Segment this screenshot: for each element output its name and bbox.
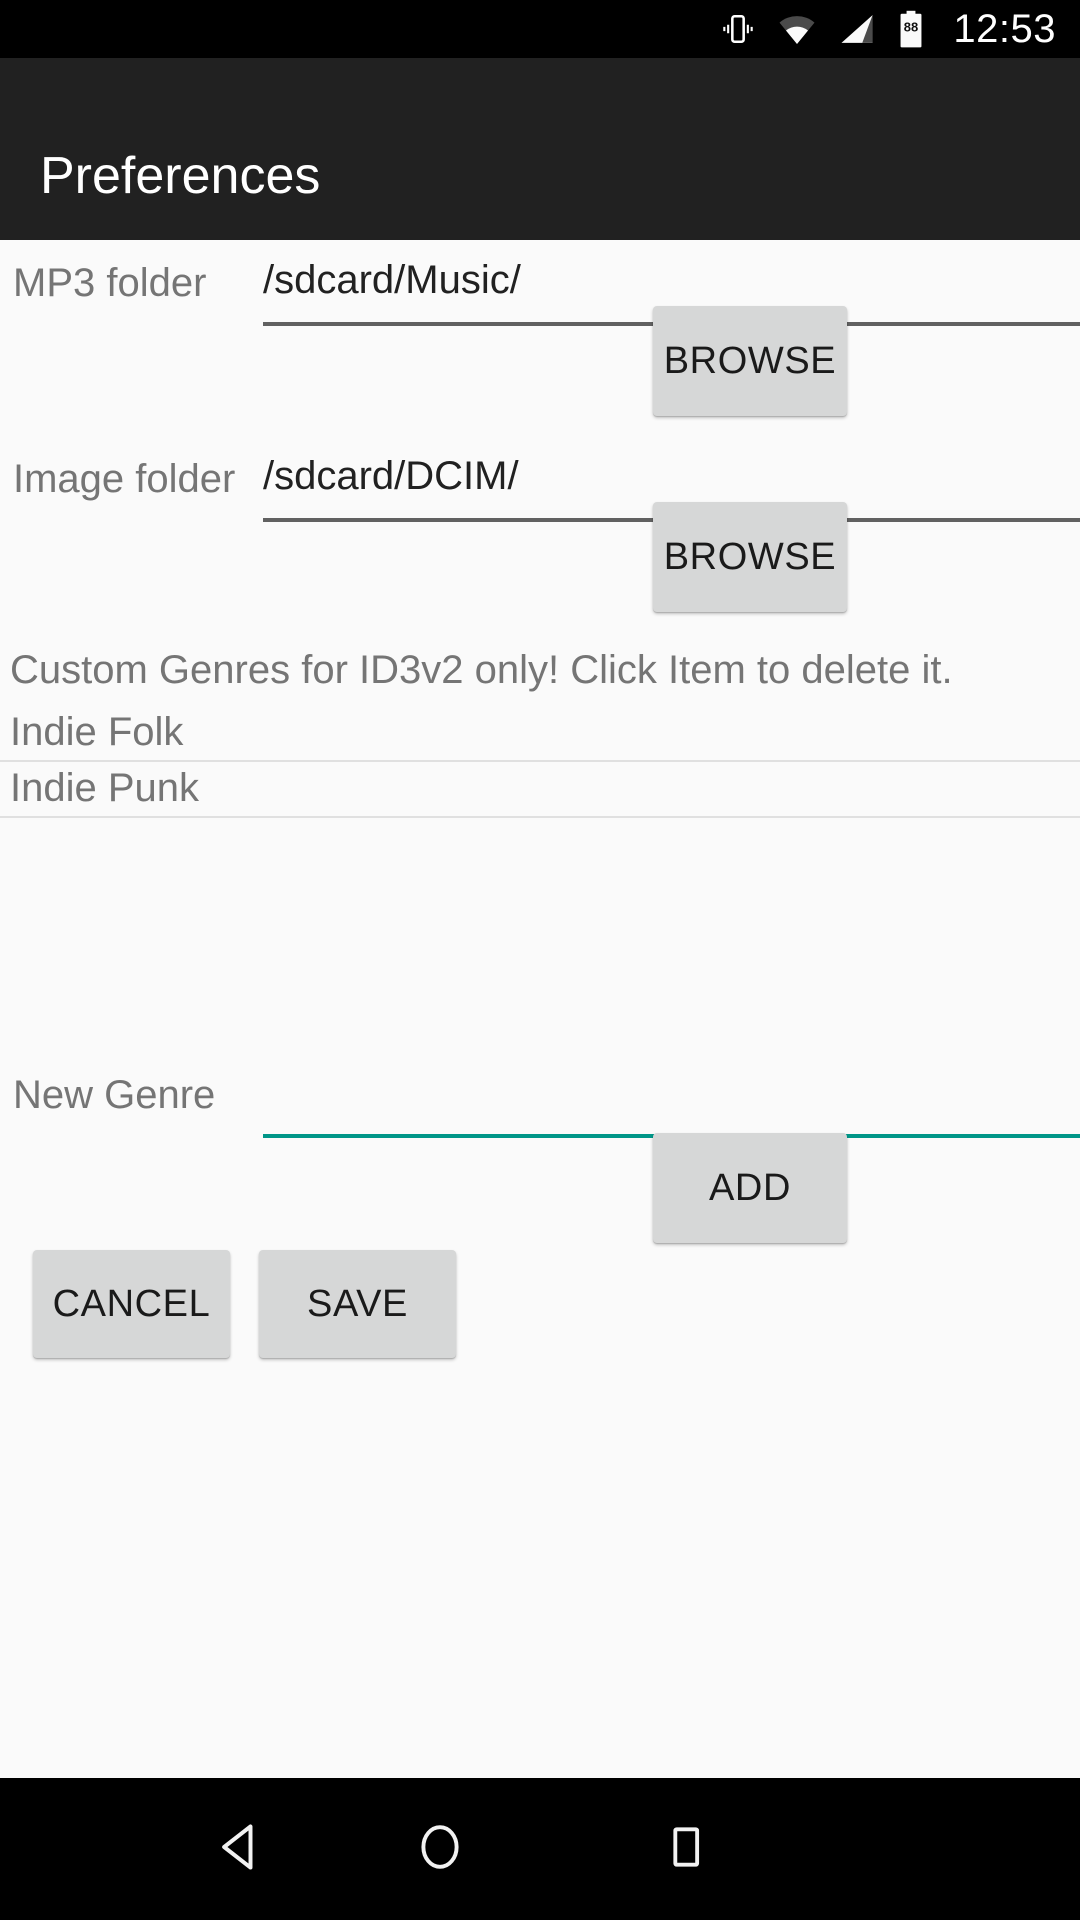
page-title: Preferences	[40, 147, 321, 205]
battery-level-text: 88	[904, 20, 918, 35]
cellular-signal-icon	[839, 12, 875, 46]
recents-icon	[661, 1819, 711, 1880]
image-browse-label: BROWSE	[663, 535, 837, 578]
mp3-folder-label: MP3 folder	[13, 261, 207, 305]
mp3-browse-label: BROWSE	[663, 339, 837, 382]
save-button[interactable]: SAVE	[259, 1250, 456, 1358]
genre-name: Indie Punk	[10, 766, 200, 810]
image-folder-row: Image folder /sdcard/DCIM/	[0, 436, 1080, 522]
home-button[interactable]	[360, 1778, 520, 1920]
status-bar-clock: 12:53	[953, 7, 1056, 51]
back-button[interactable]	[160, 1778, 320, 1920]
cancel-button[interactable]: CANCEL	[33, 1250, 230, 1358]
custom-genres-note: Custom Genres for ID3v2 only! Click Item…	[10, 648, 953, 692]
add-genre-button[interactable]: ADD	[653, 1133, 847, 1243]
back-icon	[212, 1819, 268, 1880]
app-bar: Preferences	[0, 58, 1080, 240]
cancel-label: CANCEL	[52, 1282, 211, 1325]
home-icon	[412, 1817, 468, 1882]
mp3-folder-row: MP3 folder /sdcard/Music/	[0, 240, 1080, 326]
new-genre-label: New Genre	[13, 1073, 216, 1117]
wifi-icon	[777, 12, 817, 46]
vibrate-icon	[721, 12, 755, 46]
list-item[interactable]: Indie Punk	[0, 763, 1080, 818]
add-genre-label: ADD	[708, 1166, 792, 1209]
save-label: SAVE	[307, 1282, 408, 1325]
genre-name: Indie Folk	[10, 710, 184, 754]
preferences-content: MP3 folder /sdcard/Music/ BROWSE Image f…	[0, 240, 1080, 1778]
image-browse-button[interactable]: BROWSE	[653, 502, 847, 612]
new-genre-input[interactable]	[263, 1052, 1080, 1138]
mp3-browse-button[interactable]: BROWSE	[653, 306, 847, 416]
image-folder-label: Image folder	[13, 457, 236, 501]
battery-icon: 88	[897, 10, 925, 48]
recents-button[interactable]	[606, 1778, 766, 1920]
phone-screen: 88 12:53 Preferences MP3 folder /sdcard/…	[0, 0, 1080, 1920]
list-item[interactable]: Indie Folk	[0, 707, 1080, 762]
navigation-bar	[0, 1778, 1080, 1920]
new-genre-row: New Genre	[0, 1052, 1080, 1138]
status-bar: 88 12:53	[0, 0, 1080, 58]
